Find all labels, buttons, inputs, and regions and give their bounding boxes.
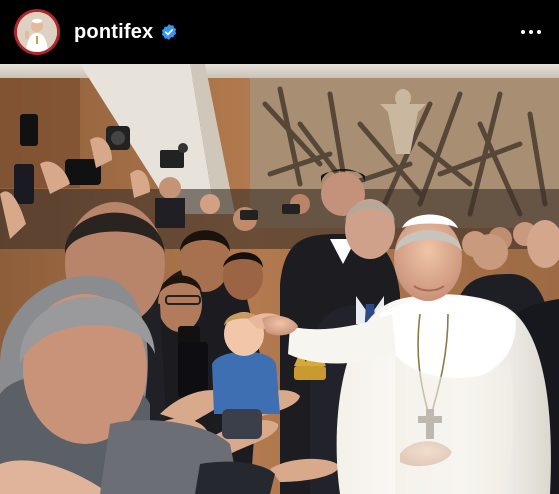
instagram-post: pontifex [0,0,559,494]
more-options-button[interactable] [519,24,543,40]
post-photo[interactable] [0,64,559,494]
more-options-dot [537,30,541,34]
verified-badge-icon [162,24,177,40]
audience-hall-scene [0,64,559,494]
profile-avatar[interactable] [14,9,60,55]
more-options-dot [521,30,525,34]
more-options-dot [529,30,533,34]
username[interactable]: pontifex [74,21,153,44]
pope-portrait-icon [17,12,57,52]
post-header: pontifex [0,0,559,64]
